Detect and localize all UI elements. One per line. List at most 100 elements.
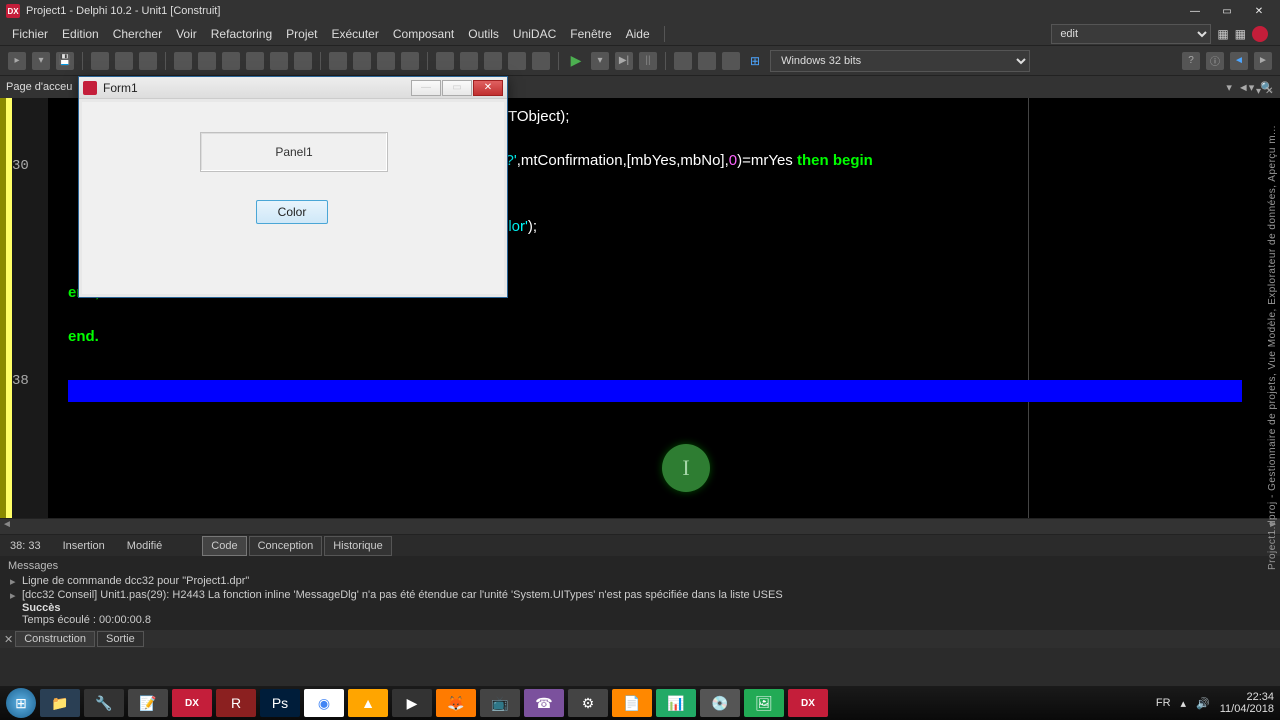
- tool-icon[interactable]: [484, 52, 502, 70]
- menu-fichier[interactable]: Fichier: [12, 27, 48, 41]
- project-manager-tab[interactable]: Project1.dproj - Gestionnaire de projets…: [1267, 110, 1278, 570]
- minimize-button[interactable]: —: [1180, 2, 1210, 20]
- taskbar-item[interactable]: ⚙: [568, 689, 608, 717]
- taskbar-item[interactable]: Ps: [260, 689, 300, 717]
- tool-icon[interactable]: [674, 52, 692, 70]
- form1-close-button[interactable]: ✕: [473, 80, 503, 96]
- menu-unidac[interactable]: UniDAC: [513, 27, 556, 41]
- tab-historique[interactable]: Historique: [324, 536, 392, 556]
- tool-icon[interactable]: [115, 52, 133, 70]
- new-button[interactable]: ▸: [8, 52, 26, 70]
- editor-statusbar: 38: 33 Insertion Modifié Code Conception…: [0, 534, 1280, 556]
- menu-composant[interactable]: Composant: [393, 27, 454, 41]
- tool-icon[interactable]: [353, 52, 371, 70]
- form1-minimize-button[interactable]: —: [411, 80, 441, 96]
- pause-button[interactable]: ||: [639, 52, 657, 70]
- taskbar-item[interactable]: 📄: [612, 689, 652, 717]
- start-button[interactable]: ⊞: [6, 688, 36, 718]
- tool-icon[interactable]: [436, 52, 454, 70]
- tool-icon[interactable]: [722, 52, 740, 70]
- info-button[interactable]: ⓘ: [1206, 52, 1224, 70]
- record-icon[interactable]: [1252, 26, 1268, 42]
- search-combo[interactable]: edit: [1051, 24, 1211, 44]
- message-row[interactable]: Ligne de commande dcc32 pour "Project1.d…: [8, 574, 1272, 588]
- taskbar-item[interactable]: R: [216, 689, 256, 717]
- maximize-button[interactable]: ▭: [1212, 2, 1242, 20]
- tool-icon[interactable]: [698, 52, 716, 70]
- message-row[interactable]: [dcc32 Conseil] Unit1.pas(29): H2443 La …: [8, 588, 1272, 602]
- tool-icon[interactable]: [294, 52, 312, 70]
- tab-construction[interactable]: Construction: [15, 631, 95, 647]
- tool-icon[interactable]: [532, 52, 550, 70]
- taskbar-item[interactable]: 💿: [700, 689, 740, 717]
- tool-icon[interactable]: [222, 52, 240, 70]
- step-button[interactable]: ▶|: [615, 52, 633, 70]
- menu-refactoring[interactable]: Refactoring: [211, 27, 272, 41]
- taskbar-item[interactable]: 📺: [480, 689, 520, 717]
- menu-voir[interactable]: Voir: [176, 27, 197, 41]
- tool-icon[interactable]: [377, 52, 395, 70]
- close-tab-icon[interactable]: ✕: [4, 633, 13, 646]
- sep-icon: [665, 52, 666, 70]
- tray-icon[interactable]: ▴: [1181, 697, 1187, 710]
- taskbar-item[interactable]: 🔧: [84, 689, 124, 717]
- tool-icon[interactable]: [246, 52, 264, 70]
- close-panel-icon[interactable]: ✕: [1265, 86, 1273, 97]
- tab-accueil[interactable]: Page d'acceu: [6, 81, 72, 93]
- menu-chercher[interactable]: Chercher: [113, 27, 162, 41]
- taskbar-item[interactable]: DX: [788, 689, 828, 717]
- tool-icon[interactable]: [198, 52, 216, 70]
- tool-icon[interactable]: [329, 52, 347, 70]
- run-button[interactable]: ▶: [567, 52, 585, 70]
- taskbar-item[interactable]: ▶: [392, 689, 432, 717]
- clock[interactable]: 22:34 11/04/2018: [1220, 691, 1274, 715]
- tool-icon[interactable]: [460, 52, 478, 70]
- taskbar-item[interactable]: ▲: [348, 689, 388, 717]
- panel1[interactable]: Panel1: [200, 132, 388, 172]
- menu-edition[interactable]: Edition: [62, 27, 99, 41]
- toolbar-icon[interactable]: ▦: [1217, 27, 1228, 41]
- taskbar-item[interactable]: 🦊: [436, 689, 476, 717]
- close-button[interactable]: ✕: [1244, 2, 1274, 20]
- language-indicator[interactable]: FR: [1156, 697, 1171, 709]
- horizontal-scrollbar[interactable]: [0, 518, 1280, 534]
- tool-icon[interactable]: [401, 52, 419, 70]
- taskbar-item[interactable]: DX: [172, 689, 212, 717]
- form1-maximize-button[interactable]: ▭: [442, 80, 472, 96]
- forward-button[interactable]: ►: [1254, 52, 1272, 70]
- taskbar-item[interactable]: 📁: [40, 689, 80, 717]
- tool-icon[interactable]: [270, 52, 288, 70]
- form1-titlebar[interactable]: Form1 — ▭ ✕: [79, 77, 507, 99]
- form1-window[interactable]: Form1 — ▭ ✕ Panel1 Color: [78, 76, 508, 298]
- tool-icon[interactable]: [174, 52, 192, 70]
- dropdown-icon[interactable]: ▾: [1226, 81, 1232, 94]
- tab-sortie[interactable]: Sortie: [97, 631, 144, 647]
- tool-icon[interactable]: [91, 52, 109, 70]
- taskbar-item[interactable]: 🖼: [744, 689, 784, 717]
- taskbar-item[interactable]: ◉: [304, 689, 344, 717]
- toolbar-icon[interactable]: ▦: [1235, 27, 1246, 41]
- taskbar-item[interactable]: ☎: [524, 689, 564, 717]
- run-dropdown[interactable]: ▾: [591, 52, 609, 70]
- delphi-logo-icon: [83, 81, 97, 95]
- menu-executer[interactable]: Exécuter: [332, 27, 379, 41]
- taskbar-item[interactable]: 📝: [128, 689, 168, 717]
- help-button[interactable]: ?: [1182, 52, 1200, 70]
- taskbar-item[interactable]: 📊: [656, 689, 696, 717]
- menu-fenetre[interactable]: Fenêtre: [570, 27, 611, 41]
- save-button[interactable]: 💾: [56, 52, 74, 70]
- tray-icon[interactable]: 🔊: [1196, 697, 1210, 710]
- menu-outils[interactable]: Outils: [468, 27, 499, 41]
- menu-aide[interactable]: Aide: [626, 27, 650, 41]
- back-button[interactable]: ◄: [1230, 52, 1248, 70]
- color-button[interactable]: Color: [256, 200, 328, 224]
- tab-code[interactable]: Code: [202, 536, 246, 556]
- open-button[interactable]: ▾: [32, 52, 50, 70]
- platform-select[interactable]: Windows 32 bits: [770, 50, 1030, 72]
- pin-icon[interactable]: ▾: [1256, 86, 1261, 97]
- arrow-icon[interactable]: ◄▾: [1238, 81, 1254, 94]
- tool-icon[interactable]: [139, 52, 157, 70]
- tab-conception[interactable]: Conception: [249, 536, 323, 556]
- menu-projet[interactable]: Projet: [286, 27, 317, 41]
- tool-icon[interactable]: [508, 52, 526, 70]
